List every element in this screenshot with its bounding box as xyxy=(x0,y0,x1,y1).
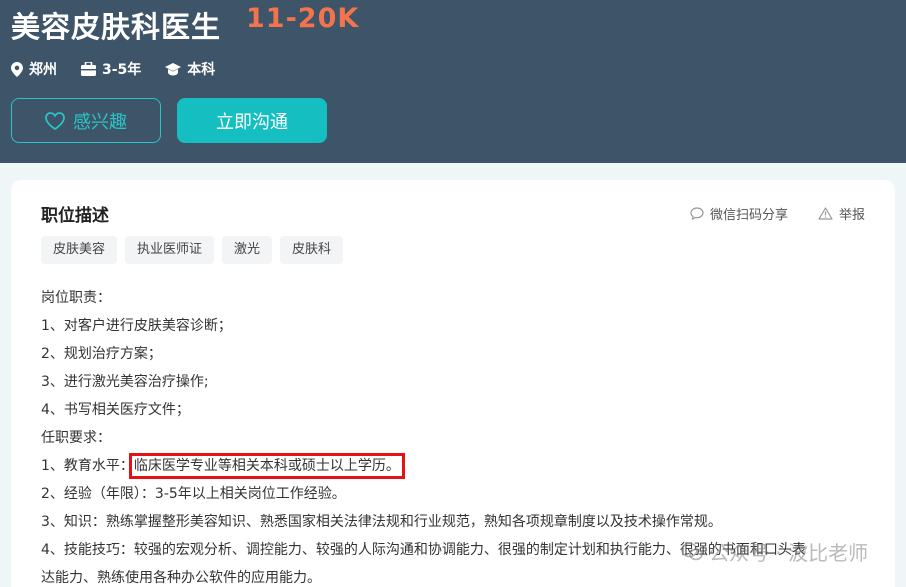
share-label: 微信扫码分享 xyxy=(709,208,788,223)
desc-line: 2、经验（年限）：3-5年以上相关岗位工作经验。 xyxy=(41,486,346,502)
tag-item[interactable]: 皮肤科 xyxy=(280,236,344,264)
tag-item[interactable]: 激光 xyxy=(222,236,273,264)
meta-location: 郑州 xyxy=(11,59,57,79)
tag-item[interactable]: 执业医师证 xyxy=(125,236,215,264)
desc-line: 3、进行激光美容治疗操作; xyxy=(41,374,209,390)
chat-bubble-icon xyxy=(690,207,704,220)
meta-experience: 3-5年 xyxy=(81,59,141,79)
location-pin-icon xyxy=(11,61,23,77)
desc-line: 任职要求： xyxy=(41,430,111,446)
salary: 11-20K xyxy=(246,3,360,34)
desc-line: 岗位职责： xyxy=(41,290,111,306)
report-label: 举报 xyxy=(838,208,865,223)
experience-text: 3-5年 xyxy=(102,62,142,78)
watermark-text: 公众号 · 波比老师 xyxy=(709,541,869,565)
desc-line: 1、对客户进行皮肤美容诊断； xyxy=(41,318,232,334)
wechat-share-button[interactable]: 微信扫码分享 xyxy=(690,204,788,223)
graduation-cap-icon xyxy=(165,62,182,75)
desc-line: 4、书写相关医疗文件； xyxy=(41,402,190,418)
skill-tags: 皮肤美容 执业医师证 激光 皮肤科 xyxy=(41,236,351,264)
warning-icon xyxy=(818,207,833,220)
heart-icon xyxy=(45,111,65,130)
location-text: 郑州 xyxy=(29,62,57,78)
briefcase-icon xyxy=(81,62,96,76)
desc-line: 2、规划治疗方案； xyxy=(41,346,162,362)
report-button[interactable]: 举报 xyxy=(818,204,865,223)
desc-line: 3、知识：熟练掌握整形美容知识、熟悉国家相关法律法规和行业规范，熟知各项规章制度… xyxy=(41,514,722,530)
job-title: 美容皮肤科医生 xyxy=(11,10,222,44)
desc-line-prefix: 1、教育水平： xyxy=(41,458,134,474)
education-text: 本科 xyxy=(187,62,216,78)
job-header: 美容皮肤科医生 11-20K 郑州 3-5年 本科 感兴趣 立即沟通 xyxy=(0,0,906,163)
desc-line: 达能力、熟练使用各种办公软件的应用能力。 xyxy=(41,570,321,586)
highlighted-requirement: 临床医学专业等相关本科或硕士以上学历。 xyxy=(128,453,405,479)
job-description-card: 职位描述 微信扫码分享 举报 皮肤美容 执业医师证 激光 皮肤科 岗位职责： 1… xyxy=(11,180,895,587)
chat-now-button[interactable]: 立即沟通 xyxy=(177,98,327,143)
section-title: 职位描述 xyxy=(41,206,109,226)
interest-label: 感兴趣 xyxy=(73,111,127,133)
job-meta: 郑州 3-5年 本科 xyxy=(11,59,239,79)
tag-item[interactable]: 皮肤美容 xyxy=(41,236,118,264)
watermark: 公众号 · 波比老师 xyxy=(681,537,868,566)
interest-button[interactable]: 感兴趣 xyxy=(11,98,161,143)
meta-education: 本科 xyxy=(165,59,215,79)
desc-line: 1、教育水平：临床医学专业等相关本科或硕士以上学历。 xyxy=(41,452,806,480)
card-actions: 微信扫码分享 举报 xyxy=(660,204,865,223)
wechat-logo-icon xyxy=(681,542,703,560)
